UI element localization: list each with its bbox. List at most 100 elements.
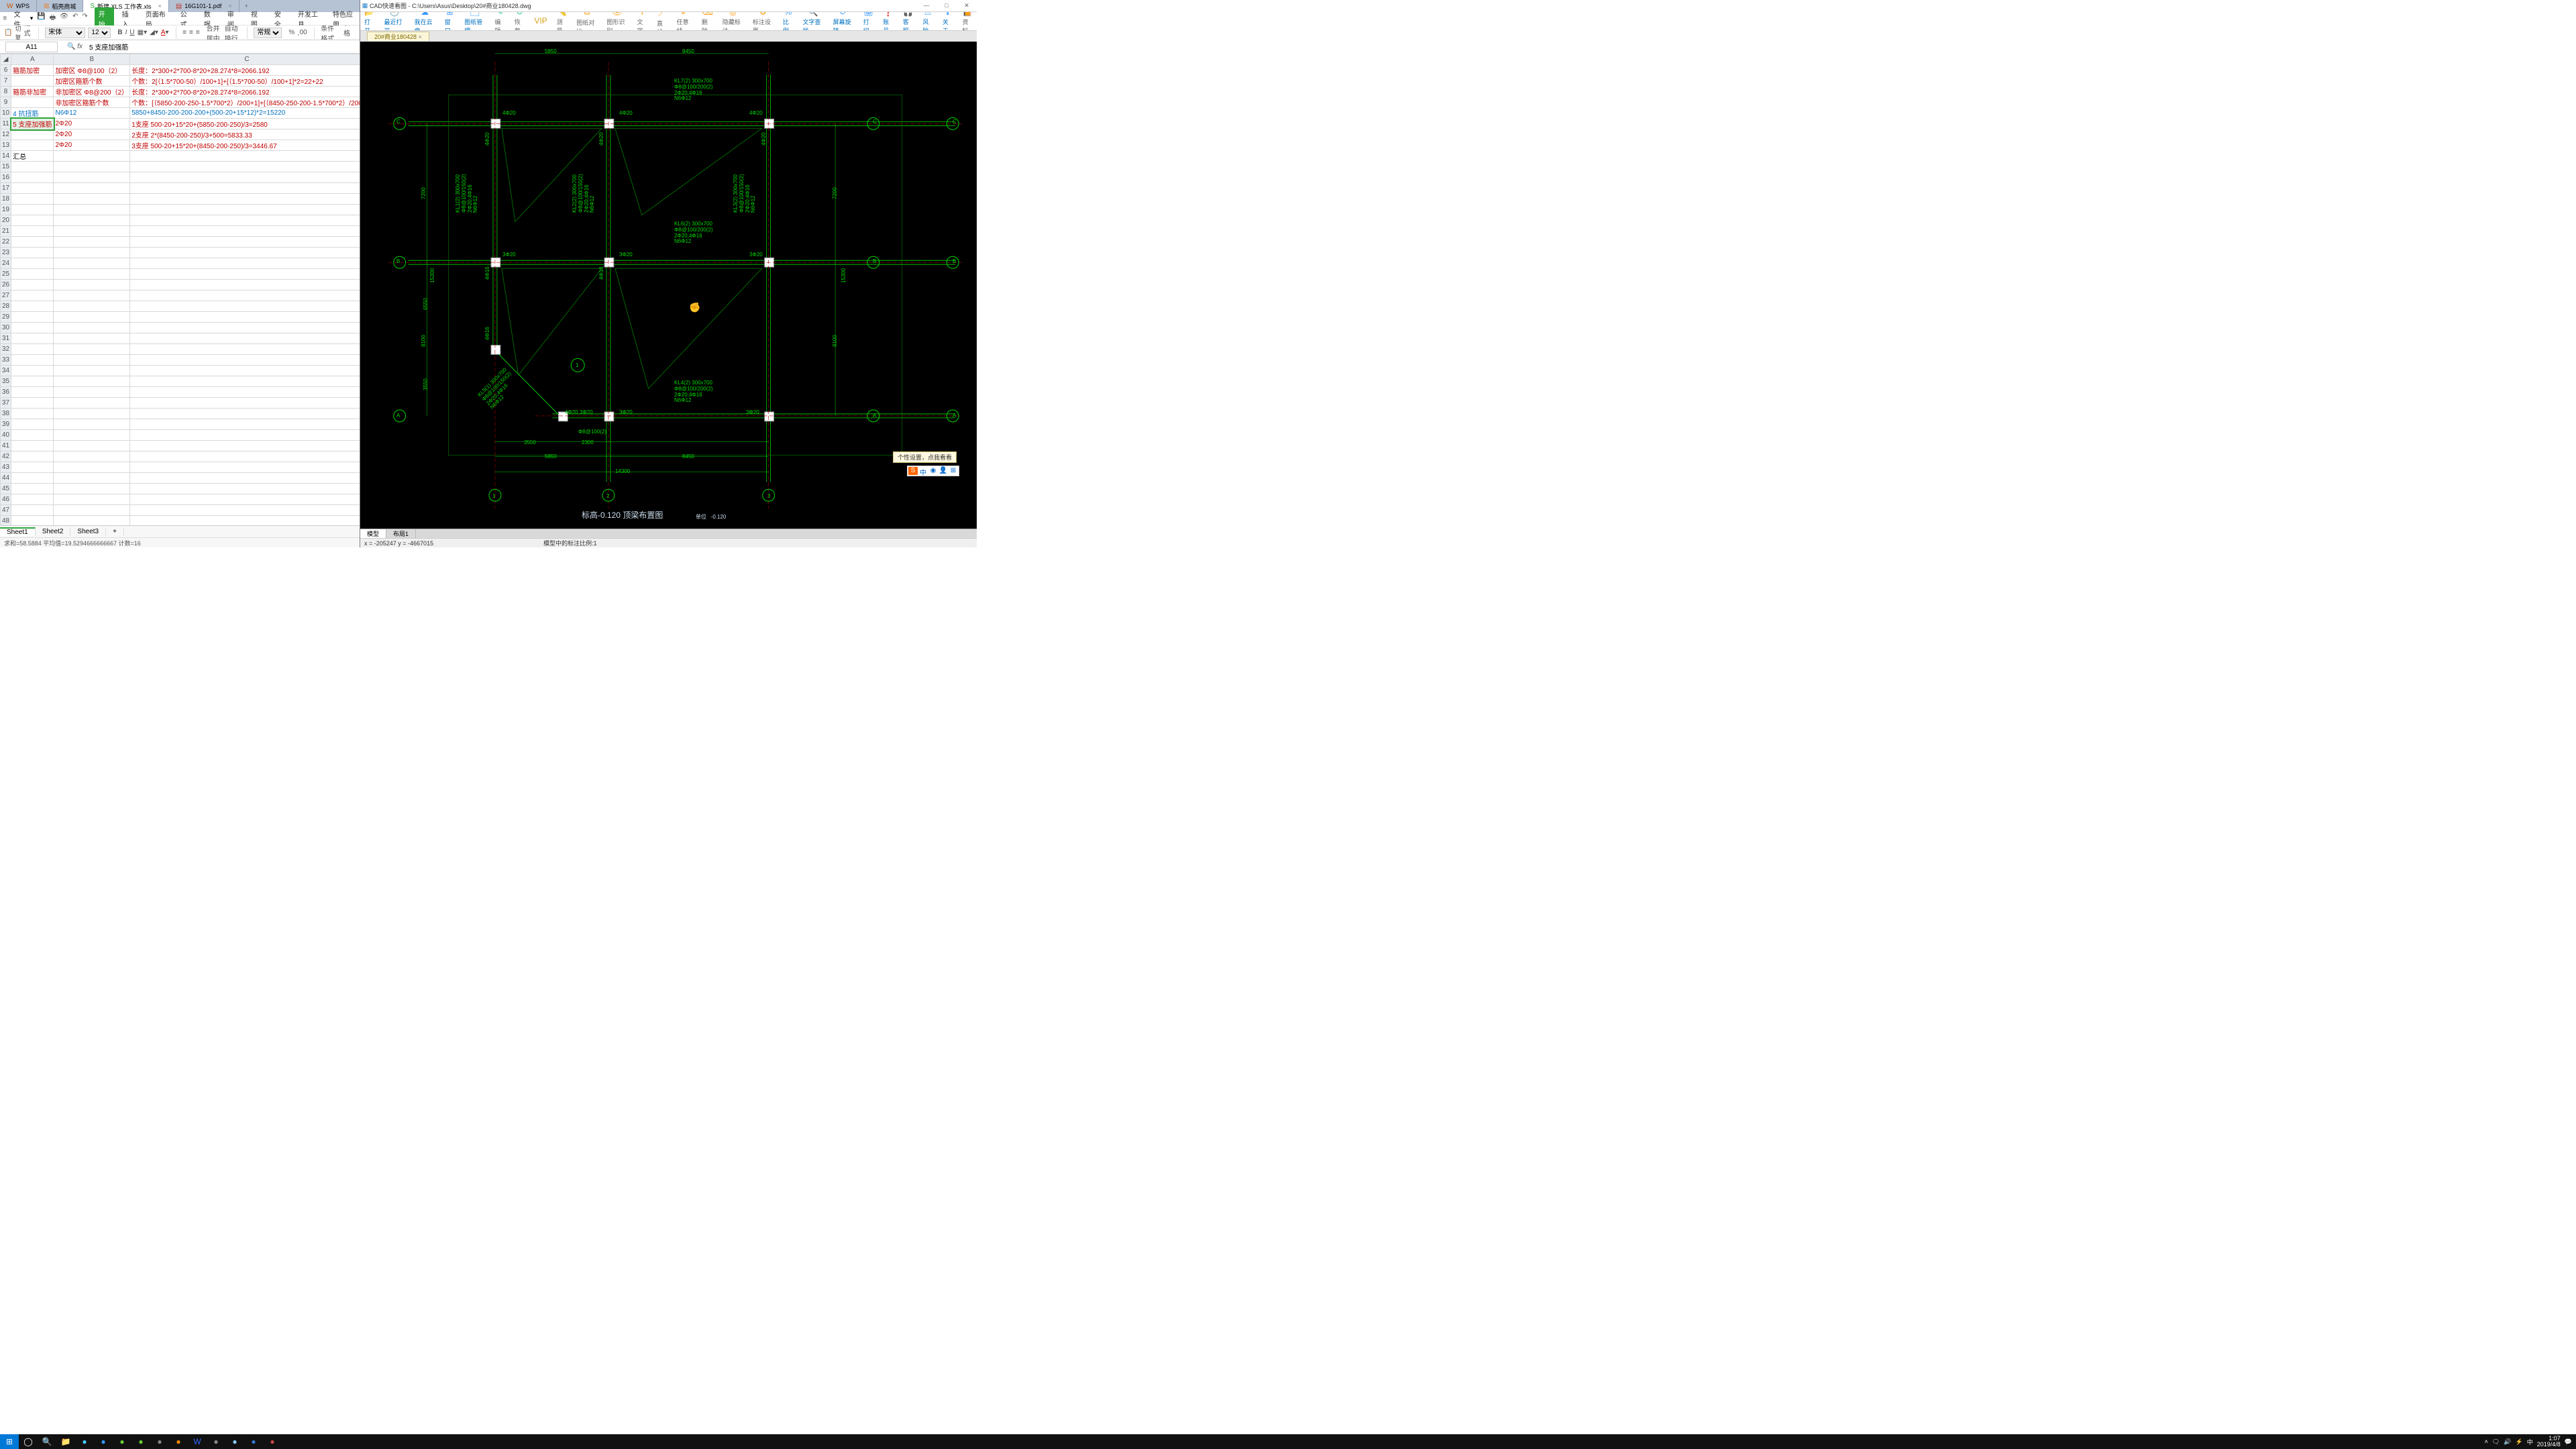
table-row[interactable]: 35	[1, 376, 360, 387]
spreadsheet-grid[interactable]: ◢ A B C 6箍筋加密加密区 Φ8@100（2）长度：2*300+2*700…	[0, 54, 360, 525]
table-row[interactable]: 24	[1, 258, 360, 269]
cad-tool-比例[interactable]: %比例	[783, 12, 794, 31]
tool-icon[interactable]: ⊞	[949, 467, 958, 475]
tool-icon[interactable]: 👤	[938, 467, 948, 475]
preview-icon[interactable]: 👁	[60, 13, 68, 24]
table-row[interactable]: 34	[1, 366, 360, 376]
task-app[interactable]: ●	[169, 1434, 188, 1449]
table-row[interactable]: 132Φ203支座 500-20+15*20+(8450-200-250)/3=…	[1, 140, 360, 151]
save-icon[interactable]: 💾	[37, 13, 45, 24]
cad-tool-最近打开[interactable]: 🕘最近打开	[384, 12, 405, 31]
formula-input[interactable]: 5 支座加强筋	[87, 42, 360, 52]
table-row[interactable]: 44	[1, 473, 360, 484]
font-select[interactable]: 宋体	[45, 28, 85, 38]
table-row[interactable]: 40	[1, 430, 360, 441]
format-paint[interactable]: 格式刷	[23, 25, 31, 40]
task-app[interactable]: ●	[75, 1434, 94, 1449]
cad-tool-标注设置[interactable]: ⚙标注设置	[753, 12, 773, 31]
table-row[interactable]: 20	[1, 215, 360, 226]
table-row[interactable]: 21	[1, 226, 360, 237]
name-box[interactable]: A11	[5, 42, 58, 52]
task-app[interactable]: ●	[244, 1434, 263, 1449]
table-row[interactable]: 26	[1, 280, 360, 290]
task-app[interactable]: ●	[113, 1434, 131, 1449]
cad-tool-窗口[interactable]: ⊞窗口	[445, 12, 455, 31]
comma-icon[interactable]: ¸00	[297, 29, 307, 36]
tray-icon[interactable]: ˄	[2485, 1438, 2488, 1445]
cad-tool-图形识别[interactable]: 👁图形识别	[606, 12, 627, 31]
explorer-button[interactable]: 📁	[56, 1434, 75, 1449]
italic-button[interactable]: I	[125, 29, 127, 36]
table-row[interactable]: 47	[1, 505, 360, 516]
table-row[interactable]: 7加密区箍筋个数个数：2[（1.5*700-50）/100+1]+[（1.5*7…	[1, 76, 360, 87]
cad-tool-图纸管理[interactable]: 🗂图纸管理	[464, 12, 485, 31]
table-row[interactable]: 22	[1, 237, 360, 248]
task-app[interactable]: ●	[94, 1434, 113, 1449]
close-button[interactable]: ✕	[957, 2, 977, 9]
tray-icon[interactable]: 中	[2527, 1438, 2533, 1446]
cad-tool-资料[interactable]: 📙资料	[962, 12, 973, 31]
tool-icon[interactable]: 中	[918, 467, 928, 475]
table-row[interactable]: 17	[1, 183, 360, 194]
table-row[interactable]: 37	[1, 398, 360, 409]
cad-tool-恢复[interactable]: ↺恢复	[515, 12, 525, 31]
tray-icon[interactable]: ⚡	[2516, 1438, 2523, 1446]
table-row[interactable]: 39	[1, 419, 360, 430]
cad-tool-客服[interactable]: 🎧客服	[903, 12, 914, 31]
cad-tool-编辑[interactable]: ✎编辑	[494, 12, 505, 31]
table-row[interactable]: 19	[1, 205, 360, 215]
copy-button[interactable]: 复制	[15, 33, 21, 41]
cad-tool-账号[interactable]: ❓账号	[883, 12, 894, 31]
table-row[interactable]: 23	[1, 248, 360, 258]
table-row[interactable]: 31	[1, 333, 360, 344]
table-row[interactable]: 18	[1, 194, 360, 205]
select-all[interactable]: ◢	[1, 54, 11, 65]
table-row[interactable]: 46	[1, 494, 360, 505]
cad-tool-风险[interactable]: ⚠风险	[922, 12, 933, 31]
task-app[interactable]: ●	[150, 1434, 169, 1449]
table-row[interactable]: 29	[1, 312, 360, 323]
wrap-button[interactable]: 自动换行	[225, 25, 240, 40]
task-app[interactable]: W	[188, 1434, 207, 1449]
font-color-button[interactable]: A▾	[161, 29, 169, 36]
minimize-button[interactable]: —	[916, 2, 936, 9]
cad-tool-我在云盘[interactable]: ☁我在云盘	[415, 12, 435, 31]
percent-icon[interactable]: %	[288, 29, 294, 36]
table-row[interactable]: 104 抗扭筋N6Φ125850+8450-200-200-200+(500-2…	[1, 108, 360, 119]
cad-tool-vip[interactable]: VIP	[534, 16, 547, 26]
table-row[interactable]: 36	[1, 387, 360, 398]
table-row[interactable]: 33	[1, 355, 360, 366]
cad-tool-屏幕旋转[interactable]: ⟳屏幕旋转	[833, 12, 854, 31]
cortana-button[interactable]: ◯	[19, 1434, 38, 1449]
task-app[interactable]: ●	[131, 1434, 150, 1449]
cad-tool-文字查找[interactable]: 🔍文字查找	[803, 12, 824, 31]
cad-tool-打开[interactable]: 📂打开	[364, 12, 375, 31]
tool-icon[interactable]: ◉	[928, 467, 938, 475]
paste-icon[interactable]: 📋	[4, 29, 12, 36]
table-row[interactable]: 32	[1, 344, 360, 355]
table-row[interactable]: 8箍筋非加密非加密区 Φ8@200（2）长度：2*300+2*700-8*20+…	[1, 87, 360, 97]
table-style[interactable]: 表格样	[343, 25, 356, 40]
tool-icon[interactable]: S	[908, 467, 918, 475]
wps-tab-store[interactable]: ⊞ 稻壳商城	[37, 0, 83, 12]
cad-tool-打印[interactable]: 🖨打印	[863, 12, 874, 31]
settings-tip[interactable]: 个性设置，点我看看	[893, 451, 957, 463]
fill-button[interactable]: ◢▾	[150, 29, 158, 36]
table-row[interactable]: 45	[1, 484, 360, 494]
table-row[interactable]: 42	[1, 451, 360, 462]
underline-button[interactable]: U	[129, 29, 134, 36]
table-row[interactable]: 16	[1, 172, 360, 183]
merge-button[interactable]: 合并居中	[207, 25, 222, 40]
table-row[interactable]: 15	[1, 162, 360, 172]
table-row[interactable]: 38	[1, 409, 360, 419]
redo-icon[interactable]: ↷	[82, 13, 87, 24]
task-app[interactable]: ●	[225, 1434, 244, 1449]
table-row[interactable]: 115 支座加强筋2Φ201支座 500-20+15*20+(5850-200-…	[1, 119, 360, 129]
model-tab[interactable]: 模型	[360, 529, 386, 538]
cad-tool-测量[interactable]: 📏测量	[557, 12, 568, 31]
cad-tool-直线[interactable]: ／直线	[657, 12, 667, 31]
fx-icon[interactable]: 🔍 fx	[63, 43, 87, 50]
table-row[interactable]: 122Φ202支座 2*(8450-200-250)/3+500=5833.33	[1, 129, 360, 140]
bold-button[interactable]: B	[117, 29, 122, 36]
cad-tool-文字[interactable]: T文字	[637, 12, 647, 31]
